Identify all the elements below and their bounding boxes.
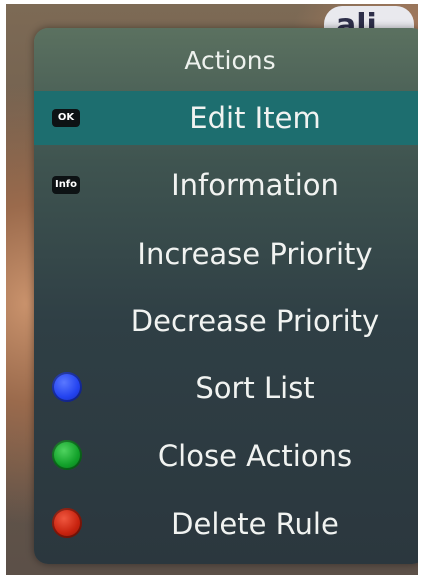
actions-menu: Actions OK Edit Item Info Information In… [34,28,418,564]
menu-item-label: Information [171,168,339,202]
menu-item-information[interactable]: Info Information [34,158,418,212]
menu-item-delete-rule[interactable]: Delete Rule [34,497,418,551]
menu-item-label: Sort List [195,371,315,405]
menu-item-label: Increase Priority [137,237,373,271]
menu-item-label: Delete Rule [171,507,339,541]
menu-item-label: Close Actions [157,439,353,473]
tv-screen: ali Actions OK Edit Item Info Informatio… [6,4,418,575]
green-button-icon [52,440,82,470]
ok-key-icon: OK [52,109,80,127]
info-key-icon: Info [52,176,80,194]
menu-item-edit-item[interactable]: OK Edit Item [34,91,418,145]
blue-button-icon [52,372,82,402]
menu-title: Actions [184,46,276,75]
menu-item-sort-list[interactable]: Sort List [34,361,418,415]
menu-item-decrease-priority[interactable]: Decrease Priority [34,294,418,348]
menu-item-label: Edit Item [189,101,321,135]
menu-item-increase-priority[interactable]: Increase Priority [34,227,418,281]
menu-item-close-actions[interactable]: Close Actions [34,429,418,483]
red-button-icon [52,508,82,538]
menu-item-label: Decrease Priority [130,304,380,338]
